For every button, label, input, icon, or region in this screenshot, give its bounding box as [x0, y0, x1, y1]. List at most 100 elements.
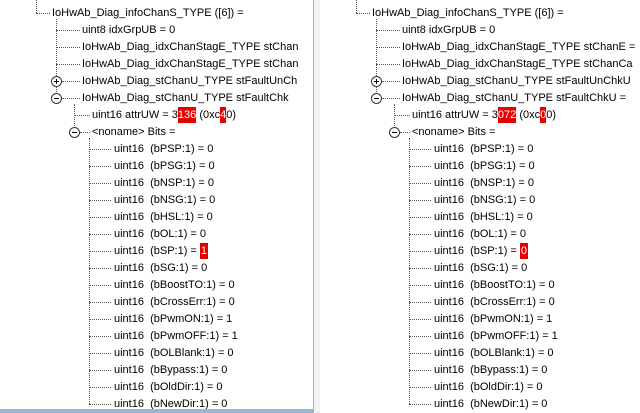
tree-item-stage1[interactable]: IoHwAb_Diag_idxChanStagE_TYPE stChan [82, 39, 298, 55]
bit-field-item[interactable]: uint16 (bCrossErr:1) = 0 [114, 294, 235, 310]
collapse-icon[interactable] [389, 127, 400, 138]
bit-field-item[interactable]: uint16 (bSG:1) = 0 [434, 260, 527, 276]
bit-field-item[interactable]: uint16 (bPwmOFF:1) = 1 [434, 328, 558, 344]
left-tree-pane[interactable]: IoHwAb_Diag_infoChanS_TYPE ([6]) = uint8 … [0, 0, 314, 413]
bit-field-item[interactable]: uint16 (bOLBlank:1) = 0 [114, 345, 234, 361]
horizontal-scrollbar[interactable] [0, 409, 313, 413]
bit-field-label: uint16 (bNewDir:1) = 0 [434, 398, 548, 410]
tree-item-unc[interactable]: IoHwAb_Diag_stChanU_TYPE stFaultUnChkU [402, 73, 631, 89]
bit-field-item[interactable]: uint16 (bCrossErr:1) = 0 [434, 294, 555, 310]
bit-field-item[interactable]: uint16 (bNSP:1) = 0 [434, 175, 534, 191]
branch [89, 149, 111, 150]
branch [400, 132, 410, 133]
tree-item-unc-label: IoHwAb_Diag_stChanU_TYPE stFaultUnChkU [402, 75, 631, 87]
bit-field-item[interactable]: uint16 (bOldDir:1) = 0 [114, 379, 223, 395]
bit-field-item[interactable]: uint16 (bNewDir:1) = 0 [434, 396, 547, 412]
bit-field-item[interactable]: uint16 (bNSG:1) = 0 [114, 192, 215, 208]
branch [89, 217, 111, 218]
expand-icon[interactable] [371, 76, 382, 87]
bit-field-item[interactable]: uint16 (bPSP:1) = 0 [114, 141, 213, 157]
bit-field-item[interactable]: uint16 (bPwmOFF:1) = 1 [114, 328, 238, 344]
tree-item-grp[interactable]: uint8 idxGrpUB = 0 [402, 22, 495, 38]
branch [376, 30, 400, 31]
bit-field-label: uint16 (bPwmOFF:1) = 1 [434, 330, 558, 342]
changed-value-highlight: 0 [519, 243, 529, 259]
bit-field-item[interactable]: uint16 (bPwmON:1) = 1 [434, 311, 552, 327]
attr-text: uint16 attrUW = 3 [92, 109, 178, 121]
branch [89, 285, 111, 286]
bit-field-item[interactable]: uint16 (bBypass:1) = 0 [434, 362, 547, 378]
bit-field-label: uint16 (bOLBlank:1) = 0 [114, 347, 234, 359]
branch [62, 81, 80, 82]
branch [409, 200, 431, 201]
root-connector [356, 0, 357, 13]
collapse-icon[interactable] [51, 93, 62, 104]
branch [56, 64, 80, 65]
bit-field-label: uint16 (bOLBlank:1) = 0 [434, 347, 554, 359]
bit-field-label: uint16 (bCrossErr:1) = 0 [434, 296, 555, 308]
branch [409, 319, 431, 320]
root-connector [36, 0, 37, 13]
bit-field-label: uint16 (bHSL:1) = 0 [114, 211, 213, 223]
bit-field-item[interactable]: uint16 (bSP:1) = 1 [114, 243, 209, 259]
tree-item-attr[interactable]: uint16 attrUW = 3072 (0xc00) [412, 107, 556, 123]
bit-field-item[interactable]: uint16 (bPSG:1) = 0 [434, 158, 535, 174]
tree-item-attr[interactable]: uint16 attrUW = 3136 (0xc40) [92, 107, 236, 123]
collapse-icon[interactable] [69, 127, 80, 138]
branch [382, 81, 400, 82]
tree-item-noname-bits-label: <noname> Bits = [412, 126, 496, 138]
tree-item-chk-label: IoHwAb_Diag_stChanU_TYPE stFaultChkU = [402, 92, 627, 104]
tree-item-noname-bits[interactable]: <noname> Bits = [412, 124, 495, 140]
bit-field-label: uint16 (bHSL:1) = 0 [434, 211, 533, 223]
right-tree-pane[interactable]: IoHwAb_Diag_infoChanS_TYPE ([6]) = uint8 … [320, 0, 640, 413]
tree-item-noname-bits[interactable]: <noname> Bits = [92, 124, 175, 140]
bit-field-item[interactable]: uint16 (bPSG:1) = 0 [114, 158, 215, 174]
tree-item-unc[interactable]: IoHwAb_Diag_stChanU_TYPE stFaultUnCh [82, 73, 297, 89]
branch [409, 370, 431, 371]
bit-field-item[interactable]: uint16 (bOldDir:1) = 0 [434, 379, 543, 395]
branch [409, 234, 431, 235]
bit-field-label: uint16 (bPSG:1) = 0 [114, 160, 215, 172]
tree-item-chk[interactable]: IoHwAb_Diag_stChanU_TYPE stFaultChkU = [402, 90, 626, 106]
expand-icon[interactable] [51, 76, 62, 87]
bit-field-item[interactable]: uint16 (bSP:1) = 0 [434, 243, 529, 259]
tree-item-grp[interactable]: uint8 idxGrpUB = 0 [82, 22, 175, 38]
bit-field-label: uint16 (bOldDir:1) = 0 [434, 381, 543, 393]
attr-text: (0xc [196, 109, 221, 121]
branch [89, 336, 111, 337]
branch [409, 387, 431, 388]
bit-field-item[interactable]: uint16 (bHSL:1) = 0 [114, 209, 213, 225]
attr-text: 0) [226, 109, 237, 121]
bit-field-item[interactable]: uint16 (bNSP:1) = 0 [114, 175, 214, 191]
root-node[interactable]: IoHwAb_Diag_infoChanS_TYPE ([6]) = [52, 5, 244, 21]
branch [74, 115, 90, 116]
bit-field-label: uint16 (bNSG:1) = 0 [434, 194, 536, 206]
bit-field-item[interactable]: uint16 (bPSP:1) = 0 [434, 141, 533, 157]
bit-field-item[interactable]: uint16 (bPwmON:1) = 1 [114, 311, 232, 327]
branch [409, 149, 431, 150]
bit-field-label: uint16 (bBypass:1) = 0 [114, 364, 228, 376]
bit-field-item[interactable]: uint16 (bBoostTO:1) = 0 [434, 277, 555, 293]
bit-field-label: uint16 (bBoostTO:1) = 0 [114, 279, 235, 291]
collapse-icon[interactable] [371, 93, 382, 104]
bit-field-item[interactable]: uint16 (bOL:1) = 0 [434, 226, 526, 242]
tree-item-grp-label: uint8 idxGrpUB = 0 [402, 24, 496, 36]
bit-field-label: uint16 (bOL:1) = 0 [434, 228, 527, 240]
bit-field-item[interactable]: uint16 (bOL:1) = 0 [114, 226, 206, 242]
bit-field-item[interactable]: uint16 (bHSL:1) = 0 [434, 209, 533, 225]
tree-item-stage2[interactable]: IoHwAb_Diag_idxChanStagE_TYPE stChanCa [402, 56, 633, 72]
bit-field-item[interactable]: uint16 (bOLBlank:1) = 0 [434, 345, 554, 361]
branch [80, 132, 90, 133]
bit-field-item[interactable]: uint16 (bBypass:1) = 0 [114, 362, 227, 378]
tree-item-stage1[interactable]: IoHwAb_Diag_idxChanStagE_TYPE stChanE = [402, 39, 635, 55]
bit-field-item[interactable]: uint16 (bNSG:1) = 0 [434, 192, 535, 208]
bit-field-item[interactable]: uint16 (bSG:1) = 0 [114, 260, 207, 276]
bit-field-item[interactable]: uint16 (bBoostTO:1) = 0 [114, 277, 235, 293]
root-node[interactable]: IoHwAb_Diag_infoChanS_TYPE ([6]) = [372, 5, 564, 21]
bit-field-label: uint16 (bPSG:1) = 0 [434, 160, 535, 172]
tree-item-chk[interactable]: IoHwAb_Diag_stChanU_TYPE stFaultChk [82, 90, 289, 106]
bit-field-label: uint16 (bBypass:1) = 0 [434, 364, 548, 376]
tree-item-stage2[interactable]: IoHwAb_Diag_idxChanStagE_TYPE stChan [82, 56, 298, 72]
attr-text: 0) [546, 109, 557, 121]
tree-item-unc-label: IoHwAb_Diag_stChanU_TYPE stFaultUnCh [82, 75, 298, 87]
